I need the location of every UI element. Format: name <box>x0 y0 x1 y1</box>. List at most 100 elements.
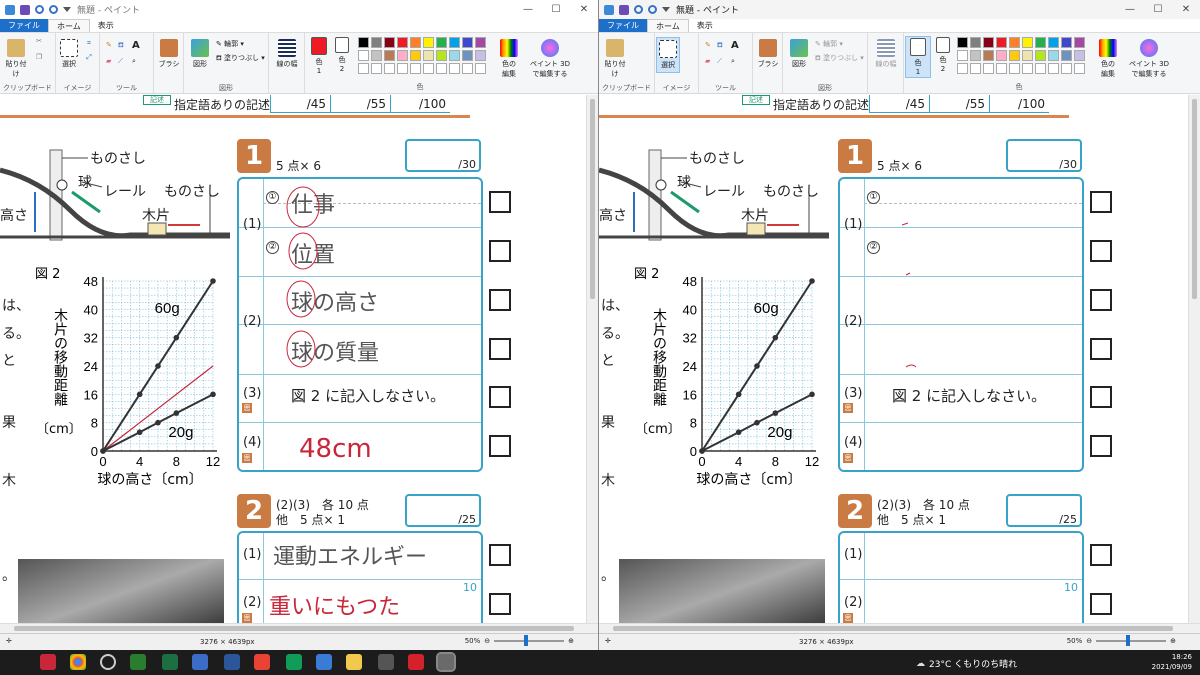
select-button[interactable]: 選択 <box>656 37 680 73</box>
explorer-icon[interactable] <box>346 654 362 670</box>
copy-icon[interactable]: ❐ <box>33 53 45 65</box>
close-button[interactable]: ✕ <box>1172 0 1200 19</box>
palette-swatch-empty[interactable] <box>384 63 395 74</box>
palette-swatch[interactable] <box>423 50 434 61</box>
vertical-scrollbar[interactable] <box>1188 95 1200 623</box>
edit-colors-button[interactable]: 色の 編集 <box>1096 39 1120 79</box>
palette-swatch-empty[interactable] <box>410 63 421 74</box>
undo-icon[interactable] <box>634 5 643 14</box>
maximize-button[interactable]: ☐ <box>542 0 570 19</box>
palette-swatch-empty[interactable] <box>1009 63 1020 74</box>
palette-swatch[interactable] <box>1009 37 1020 48</box>
palette-swatch-empty[interactable] <box>475 63 486 74</box>
minimize-button[interactable]: — <box>1116 0 1144 19</box>
palette-swatch-empty[interactable] <box>449 63 460 74</box>
palette-swatch-empty[interactable] <box>1035 63 1046 74</box>
checkbox[interactable] <box>489 593 511 615</box>
menu-file[interactable]: ファイル <box>599 19 647 32</box>
palette-swatch-empty[interactable] <box>397 63 408 74</box>
palette-swatch[interactable] <box>1022 50 1033 61</box>
palette-swatch[interactable] <box>1074 37 1085 48</box>
checkbox[interactable] <box>1090 386 1112 408</box>
palette-swatch[interactable] <box>436 37 447 48</box>
palette-swatch-empty[interactable] <box>957 63 968 74</box>
word-icon[interactable] <box>224 654 240 670</box>
palette-swatch[interactable] <box>371 37 382 48</box>
fill-icon[interactable]: ⛾ <box>118 41 124 50</box>
checkbox[interactable] <box>1090 289 1112 311</box>
app-icon[interactable] <box>286 654 302 670</box>
palette-swatch-empty[interactable] <box>970 63 981 74</box>
outline-button[interactable]: ✎ 輪郭 ▾ <box>216 39 244 49</box>
color-palette[interactable] <box>358 37 486 74</box>
pencil-icon[interactable]: ✎ <box>705 41 711 49</box>
zoom-in-icon[interactable]: ⊕ <box>568 637 574 645</box>
palette-swatch[interactable] <box>475 50 486 61</box>
paste-button[interactable]: 貼り付け <box>4 39 28 79</box>
checkbox[interactable] <box>489 435 511 457</box>
palette-swatch-empty[interactable] <box>436 63 447 74</box>
crop-icon[interactable]: ⌗ <box>84 39 94 49</box>
palette-swatch[interactable] <box>384 37 395 48</box>
palette-swatch[interactable] <box>1048 50 1059 61</box>
chrome-icon[interactable] <box>70 654 86 670</box>
color2-button[interactable]: 色 2 <box>333 37 351 73</box>
resize-icon[interactable]: ⤢ <box>84 53 94 63</box>
redo-icon[interactable] <box>49 5 58 14</box>
save-icon[interactable] <box>20 4 30 15</box>
text-icon[interactable]: A <box>132 40 140 51</box>
menu-home[interactable]: ホーム <box>48 19 90 32</box>
palette-swatch[interactable] <box>1061 37 1072 48</box>
palette-swatch[interactable] <box>397 37 408 48</box>
horizontal-scrollbar[interactable] <box>599 623 1200 633</box>
menu-view[interactable]: 表示 <box>689 19 721 32</box>
paint3d-button[interactable]: ペイント 3D で編集する <box>1126 39 1172 79</box>
brush-button[interactable]: ブラシ <box>157 39 181 69</box>
menu-view[interactable]: 表示 <box>90 19 122 32</box>
menu-home[interactable]: ホーム <box>647 19 689 32</box>
app-icon[interactable] <box>316 654 332 670</box>
palette-swatch[interactable] <box>957 37 968 48</box>
palette-swatch[interactable] <box>996 37 1007 48</box>
line-width-button[interactable]: 線の幅 <box>274 39 300 69</box>
menu-file[interactable]: ファイル <box>0 19 48 32</box>
color1-button[interactable]: 色 1 <box>308 37 330 75</box>
weather[interactable]: ☁ 23°C くもりのち晴れ <box>916 657 1017 671</box>
picker-icon[interactable]: ⟋ <box>118 57 123 66</box>
checkbox[interactable] <box>489 191 511 213</box>
palette-swatch-empty[interactable] <box>1048 63 1059 74</box>
paint-taskbar-icon[interactable] <box>436 652 456 672</box>
checkbox[interactable] <box>1090 435 1112 457</box>
minimize-button[interactable]: — <box>514 0 542 19</box>
canvas[interactable]: 記述 指定語ありの記述 /45/55/100 ものさし 球 レール ものさし 木… <box>599 95 1200 650</box>
app-icon[interactable] <box>378 654 394 670</box>
checkbox[interactable] <box>489 240 511 262</box>
palette-swatch-empty[interactable] <box>996 63 1007 74</box>
magnifier-icon[interactable]: ⌕ <box>132 57 136 66</box>
close-button[interactable]: ✕ <box>570 0 598 19</box>
palette-swatch[interactable] <box>996 50 1007 61</box>
checkbox[interactable] <box>1090 240 1112 262</box>
picker-icon[interactable]: ⟋ <box>717 57 722 66</box>
clock[interactable]: 18:26 2021/09/09 <box>1152 652 1192 672</box>
palette-swatch[interactable] <box>384 50 395 61</box>
outline-button[interactable]: ✎ 輪郭 ▾ <box>815 39 843 49</box>
checkbox[interactable] <box>1090 544 1112 566</box>
palette-swatch[interactable] <box>449 37 460 48</box>
palette-swatch[interactable] <box>462 37 473 48</box>
palette-swatch[interactable] <box>1035 50 1046 61</box>
customize-qa-icon[interactable] <box>662 7 670 12</box>
magnifier-icon[interactable]: ⌕ <box>731 57 735 66</box>
checkbox[interactable] <box>1090 593 1112 615</box>
palette-swatch[interactable] <box>970 50 981 61</box>
palette-swatch-empty[interactable] <box>462 63 473 74</box>
fill-button[interactable]: ⛾ 塗りつぶし ▾ <box>216 53 265 63</box>
zoom-out-icon[interactable]: ⊖ <box>484 637 490 645</box>
checkbox[interactable] <box>1090 191 1112 213</box>
customize-qa-icon[interactable] <box>63 7 71 12</box>
palette-swatch[interactable] <box>957 50 968 61</box>
palette-swatch-empty[interactable] <box>371 63 382 74</box>
shapes-button[interactable]: 図形 <box>188 39 212 69</box>
fill-button[interactable]: ⛾ 塗りつぶし ▾ <box>815 53 864 63</box>
palette-swatch[interactable] <box>1074 50 1085 61</box>
